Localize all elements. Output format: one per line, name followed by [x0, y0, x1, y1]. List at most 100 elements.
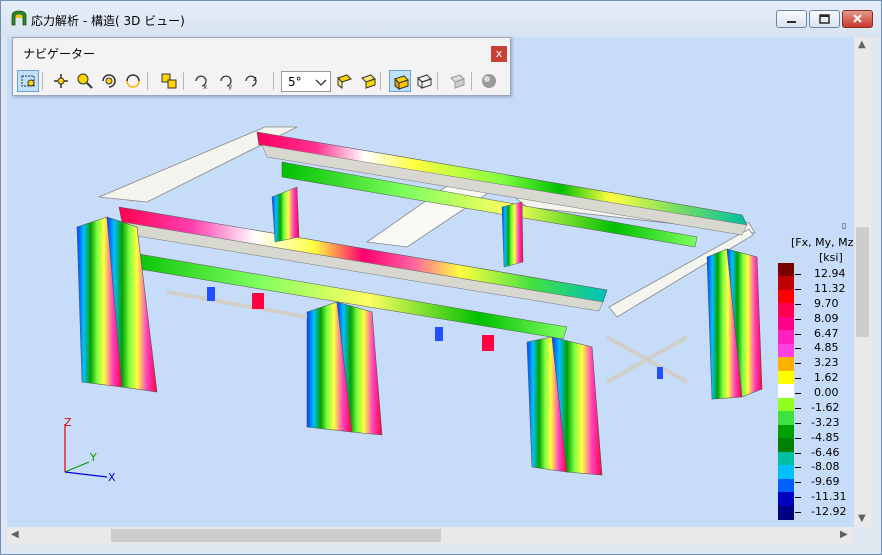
- zoom-extents-button[interactable]: [158, 70, 180, 92]
- rotate-x-button[interactable]: x: [191, 70, 213, 92]
- solid-view-button[interactable]: [389, 70, 411, 92]
- svg-text:y: y: [228, 83, 232, 90]
- hidden-view-button[interactable]: [446, 70, 468, 92]
- wire-view-icon: [417, 74, 432, 89]
- legend-value-label: -12.92: [811, 505, 847, 518]
- axis-x-label: X: [108, 471, 116, 484]
- toolbar-separator: [380, 72, 381, 90]
- vertical-scrollbar[interactable]: ▲ ▼: [854, 37, 871, 527]
- legend-tick: [795, 274, 801, 275]
- legend-swatch: [778, 370, 794, 385]
- legend-tick: [795, 407, 801, 409]
- title-bar[interactable]: 応力解析 - 構造( 3D ビュー): [1, 1, 881, 37]
- zoom-window-button[interactable]: [17, 70, 39, 92]
- navigator-close-button[interactable]: x: [491, 46, 507, 62]
- legend-swatch: [778, 492, 794, 507]
- toolbar-separator: [273, 72, 274, 90]
- scroll-up-icon[interactable]: ▲: [858, 39, 866, 50]
- vertical-scroll-thumb[interactable]: [856, 227, 869, 337]
- close-icon: [853, 14, 862, 23]
- toolbar-separator: [183, 72, 184, 90]
- axis-z-label: Z: [64, 416, 72, 429]
- zoom-window-icon: [21, 75, 35, 87]
- minimize-button[interactable]: [776, 10, 807, 28]
- legend-swatch: [778, 316, 794, 331]
- rotate-free-icon: [126, 74, 140, 88]
- view-side-button[interactable]: [357, 70, 379, 92]
- legend-value-label: 3.23: [814, 356, 839, 370]
- window-title: 応力解析 - 構造( 3D ビュー): [31, 14, 185, 28]
- legend-swatch: [778, 505, 794, 520]
- legend-tick: [795, 452, 801, 454]
- zoom-extents-icon: [161, 73, 177, 89]
- rotate-y-button[interactable]: y: [216, 70, 238, 92]
- navigator-panel[interactable]: ナビゲーター x x y z 5°: [12, 37, 511, 96]
- legend-value-label: 6.47: [814, 326, 839, 340]
- rotate-z-icon: z: [245, 75, 257, 87]
- zoom-icon: [77, 73, 93, 89]
- restore-icon: [819, 14, 830, 24]
- legend-swatch: [778, 357, 794, 372]
- legend-swatch: [778, 397, 794, 412]
- rotate-free-button[interactable]: [122, 70, 144, 92]
- legend-components: [Fx, My, Mz]: [791, 236, 858, 249]
- render-sphere-button[interactable]: [478, 70, 500, 92]
- view-front-icon: [337, 74, 352, 89]
- legend-tick: [795, 393, 801, 394]
- angle-value: 5°: [288, 75, 302, 89]
- legend-swatch: [778, 438, 794, 453]
- legend-swatch: [778, 303, 794, 318]
- pan-button[interactable]: [50, 70, 72, 92]
- legend-value-label: -11.31: [811, 490, 847, 504]
- legend-value-label: 0.00: [814, 386, 839, 399]
- hidden-view-icon: [450, 74, 465, 89]
- legend-value-label: 8.09: [814, 311, 839, 325]
- close-button[interactable]: [842, 10, 873, 28]
- svg-text:z: z: [253, 75, 257, 83]
- legend-tick: [795, 422, 801, 424]
- legend-tick: [795, 482, 801, 484]
- legend-value-label: -4.85: [811, 430, 840, 444]
- zoom-button[interactable]: [74, 70, 96, 92]
- legend-swatch: [778, 330, 794, 345]
- rotate-button[interactable]: [98, 70, 120, 92]
- svg-text:x: x: [203, 83, 207, 90]
- legend-tick: [795, 378, 801, 380]
- rotate-y-icon: y: [220, 75, 232, 90]
- legend-value-label: -1.62: [811, 400, 840, 414]
- legend-value-label: 12.94: [814, 267, 846, 280]
- legend-tick: [795, 333, 801, 335]
- legend-tick: [795, 497, 801, 499]
- view-front-button[interactable]: [333, 70, 355, 92]
- maximize-button[interactable]: [809, 10, 840, 28]
- legend-swatch: [778, 343, 794, 358]
- app-icon: [11, 10, 27, 26]
- angle-select[interactable]: 5°: [281, 71, 331, 92]
- legend-value-label: 4.85: [814, 341, 839, 355]
- horizontal-scrollbar[interactable]: ◀ ▶: [7, 527, 854, 544]
- legend-tick: [795, 288, 801, 290]
- solid-view-icon: [394, 75, 409, 90]
- legend-tick: [795, 363, 801, 365]
- legend-swatch: [778, 465, 794, 480]
- axis-triad: Z Y X: [64, 416, 116, 484]
- structure-model[interactable]: Z Y X: [7, 37, 854, 527]
- legend-unit: [ksi]: [819, 251, 843, 264]
- scroll-down-icon[interactable]: ▼: [858, 513, 866, 524]
- axis-y-label: Y: [89, 451, 97, 464]
- view-side-icon: [361, 74, 376, 89]
- legend-swatch: [778, 411, 794, 426]
- rotate-z-button[interactable]: z: [241, 70, 263, 92]
- minimize-icon: [787, 21, 796, 23]
- legend-swatch: [778, 263, 794, 277]
- legend-value-label: -9.69: [811, 475, 840, 489]
- legend-tick: [795, 348, 801, 350]
- wire-view-button[interactable]: [413, 70, 435, 92]
- scroll-right-icon[interactable]: ▶: [840, 529, 848, 540]
- pan-icon: [54, 74, 68, 88]
- 3d-viewport[interactable]: Z Y X: [7, 37, 854, 527]
- legend-tick: [795, 467, 801, 469]
- horizontal-scroll-thumb[interactable]: [111, 529, 441, 542]
- scroll-left-icon[interactable]: ◀: [11, 529, 19, 540]
- legend-value-label: 1.62: [814, 371, 839, 385]
